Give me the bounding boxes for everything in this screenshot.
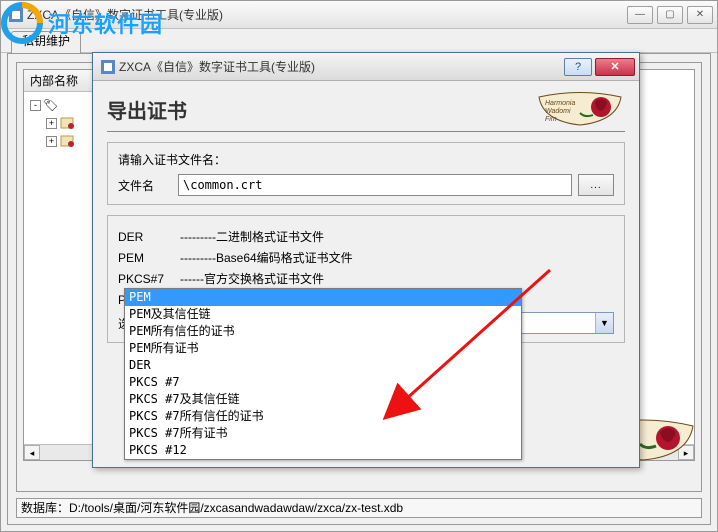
chevron-down-icon: ▼ [595,313,613,333]
format-dropdown-list[interactable]: PEMPEM及其信任链PEM所有信任的证书PEM所有证书DERPKCS #7PK… [124,288,522,460]
cert-icon [59,116,75,130]
format-name: PEM [118,251,180,265]
app-icon [9,8,23,22]
divider [107,131,625,132]
expander-plus-icon[interactable]: + [46,118,57,129]
format-name: PKCS#7 [118,272,180,286]
dialog-close-button[interactable]: ✕ [595,58,635,76]
format-name: DER [118,230,180,244]
filename-prompt: 请输入证书文件名： [118,151,614,168]
scroll-left-arrow[interactable]: ◂ [24,445,40,460]
dropdown-option[interactable]: PEM所有证书 [125,340,521,357]
dropdown-option[interactable]: PEM [125,289,521,306]
main-titlebar: ZXCA《自信》数字证书工具(专业版) — ▢ ✕ [1,1,717,29]
status-bar: 数据库：D:/tools/桌面/河东软件园/zxcasandwadawdaw/z… [16,498,702,518]
maximize-button[interactable]: ▢ [657,6,683,24]
format-description-row: PEM --------- Base64编码格式证书文件 [118,249,614,266]
dropdown-option[interactable]: PKCS #12 [125,442,521,459]
dropdown-option[interactable]: PKCS #7所有证书 [125,425,521,442]
browse-button[interactable]: ... [578,174,614,196]
tab-private-key[interactable]: 私钥维护 [11,31,81,53]
dropdown-option[interactable]: PEM所有信任的证书 [125,323,521,340]
dropdown-option[interactable]: PKCS #7所有信任的证书 [125,408,521,425]
format-desc: 二进制格式证书文件 [216,228,324,245]
dropdown-option[interactable]: PKCS #7 [125,374,521,391]
app-icon [101,60,115,74]
dropdown-option[interactable]: PKCS #7及其信任链 [125,391,521,408]
format-dash: --------- [180,251,216,265]
dropdown-option[interactable]: PEM及其信任链 [125,306,521,323]
close-button[interactable]: ✕ [687,6,713,24]
expander-plus-icon[interactable]: + [46,136,57,147]
rose-badge-icon: Harmonia Wadomi Fim [535,91,625,127]
format-dash: --------- [180,230,216,244]
filename-group: 请输入证书文件名： 文件名 ... [107,142,625,205]
format-desc: Base64编码格式证书文件 [216,249,353,266]
main-tabs-bar: 私钥维护 [1,29,717,53]
dialog-title-text: ZXCA《自信》数字证书工具(专业版) [119,58,564,75]
format-description-row: PKCS#7 ------ 官方交换格式证书文件 [118,270,614,287]
filename-input[interactable] [178,174,572,196]
main-title-text: ZXCA《自信》数字证书工具(专业版) [27,6,627,23]
dialog-titlebar: ZXCA《自信》数字证书工具(专业版) ? ✕ [93,53,639,81]
help-button[interactable]: ? [564,58,592,76]
format-desc: 官方交换格式证书文件 [204,270,324,287]
cert-icon [59,134,75,148]
dialog-heading: 导出证书 [107,95,187,124]
format-dash: ------ [180,272,204,286]
svg-text:Wadomi: Wadomi [545,108,571,115]
minimize-button[interactable]: — [627,6,653,24]
dropdown-option[interactable]: DER [125,357,521,374]
svg-text:Harmonia: Harmonia [545,100,575,107]
format-description-row: DER --------- 二进制格式证书文件 [118,228,614,245]
tree-root-label: 🏷 [43,98,58,112]
svg-text:Fim: Fim [545,116,557,123]
expander-minus-icon[interactable]: - [30,100,41,111]
filename-label: 文件名 [118,177,172,194]
